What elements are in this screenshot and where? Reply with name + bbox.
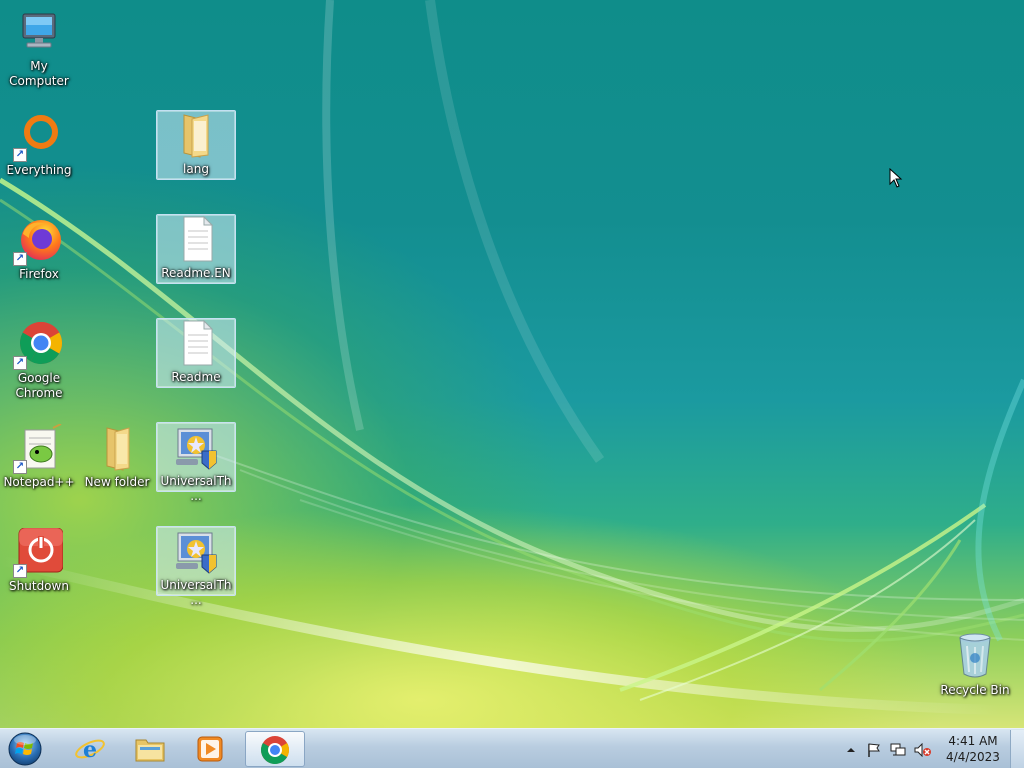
clock-time: 4:41 AM [948,734,998,748]
desktop-icon-new-folder[interactable]: New folder [78,424,156,490]
shortcut-arrow-icon: ↗ [13,148,27,162]
show-desktop-button[interactable] [1010,730,1024,768]
desktop-icon-label: UniversalTh... [160,474,232,503]
desktop-icon-notepadpp[interactable]: ↗ Notepad++ [0,423,78,490]
start-button[interactable] [6,731,44,767]
firefox-icon: ↗ [13,216,63,266]
google-chrome-icon [261,736,289,764]
desktop-icon-label: lang [183,162,209,176]
taskbar-internet-explorer[interactable]: e [62,731,118,767]
desktop-icon-lang[interactable]: lang [156,110,236,180]
desktop-icon-readme-en[interactable]: Readme.EN [156,214,236,284]
desktop-icon-universal-theme-patcher-1[interactable]: UniversalTh... [156,422,236,503]
desktop-icon-label: Firefox [19,267,59,281]
taskbar-file-explorer[interactable] [122,731,178,767]
shortcut-arrow-icon: ↗ [13,252,27,266]
desktop-icon-label: Readme [171,370,221,384]
desktop-icon-label: Shutdown [9,579,69,593]
windows-logo-icon [8,732,42,766]
desktop-icon-google-chrome[interactable]: ↗ Google Chrome [0,320,78,401]
notepadpp-icon: ↗ [13,423,63,474]
everything-search-icon: ↗ [13,112,63,162]
theme-patcher-icon [172,527,220,575]
desktop-icon-label: My Computer [9,59,69,88]
folder-icon [93,424,141,472]
desktop-icon-label: UniversalTh... [160,578,232,607]
file-explorer-icon [135,739,165,762]
shortcut-arrow-icon: ↗ [13,356,27,370]
desktop-icon-label: Everything [6,163,72,177]
desktop-icon-firefox[interactable]: ↗ Firefox [0,216,78,282]
mouse-cursor-icon [889,167,903,192]
svg-text:e: e [83,737,97,763]
computer-icon [15,8,63,56]
desktop-icon-label: Recycle Bin [940,683,1010,697]
desktop-icon-my-computer[interactable]: My Computer [0,8,78,89]
recycle-bin-icon [951,632,999,680]
desktop-icon-recycle-bin[interactable]: Recycle Bin [936,632,1014,698]
google-chrome-icon: ↗ [13,320,63,370]
taskbar-media-player[interactable] [182,731,238,767]
text-document-icon [172,319,220,367]
desktop-icon-readme[interactable]: Readme [156,318,236,388]
desktop-icon-shutdown[interactable]: ↗ Shutdown [0,527,78,594]
taskbar: e 4:41 AM 4/4/2023 [0,728,1024,768]
wallpaper-light-streaks [0,0,1024,715]
taskbar-google-chrome-active[interactable] [245,731,305,767]
media-player-icon [197,736,223,762]
desktop-wallpaper [0,0,1024,728]
folder-icon [172,111,220,159]
shortcut-arrow-icon: ↗ [13,564,27,578]
internet-explorer-icon: e [75,737,105,763]
theme-patcher-icon [172,423,220,471]
desktop-icon-label: Google Chrome [15,371,63,400]
action-center-flag-icon[interactable] [866,742,882,757]
volume-muted-icon[interactable] [914,742,931,758]
system-clock[interactable]: 4:41 AM 4/4/2023 [940,733,1006,765]
text-document-icon [172,215,220,263]
clock-date: 4/4/2023 [946,750,1000,764]
network-icon[interactable] [890,742,906,756]
desktop-icon-label: Notepad++ [3,475,75,489]
show-hidden-icons-arrow[interactable] [845,742,861,756]
shortcut-arrow-icon: ↗ [13,460,27,474]
desktop-icon-label: Readme.EN [161,266,231,280]
power-icon: ↗ [13,527,64,578]
desktop-icon-label: New folder [84,475,150,489]
desktop-icon-universal-theme-patcher-2[interactable]: UniversalTh... [156,526,236,607]
desktop-icon-everything[interactable]: ↗ Everything [0,112,78,178]
